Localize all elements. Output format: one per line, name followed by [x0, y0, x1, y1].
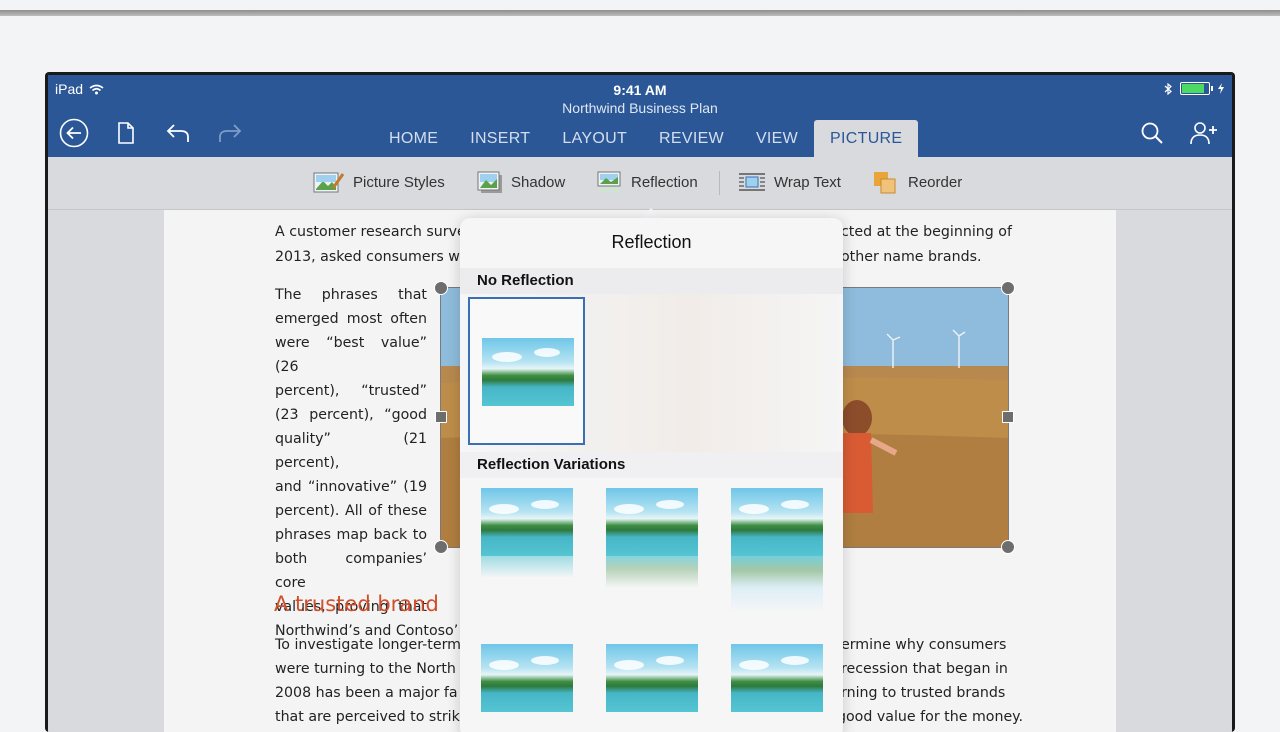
- tab-picture[interactable]: PICTURE: [814, 120, 919, 157]
- reflection-variation-5[interactable]: [606, 644, 698, 712]
- paragraph-2-line: percent), “trusted”: [275, 383, 427, 399]
- share-button[interactable]: [1189, 118, 1219, 148]
- tab-review[interactable]: REVIEW: [643, 120, 740, 157]
- bluetooth-icon: [1164, 82, 1172, 95]
- tab-home[interactable]: HOME: [373, 120, 454, 157]
- back-button[interactable]: [59, 118, 89, 148]
- tab-insert[interactable]: INSERT: [454, 120, 546, 157]
- reorder-label: Reorder: [908, 173, 963, 191]
- paragraph-1-line-2a: 2013, asked consumers wl: [275, 249, 464, 265]
- battery-fill: [1182, 84, 1204, 93]
- paragraph-2-line: (23 percent), “good: [275, 407, 427, 423]
- reflection-variation-6[interactable]: [731, 644, 823, 712]
- paragraph-2: The phrases that emerged most often were…: [275, 283, 458, 643]
- wrap-text-icon: [739, 173, 765, 191]
- title-bar: iPad 9:41 AM Northwind Business Plan HOM…: [48, 75, 1232, 157]
- tab-view[interactable]: VIEW: [740, 120, 814, 157]
- shadow-button[interactable]: Shadow: [477, 170, 565, 194]
- back-arrow-icon: [59, 118, 89, 148]
- ribbon-tabs: HOME INSERT LAYOUT REVIEW VIEW PICTURE: [373, 120, 919, 157]
- tab-layout[interactable]: LAYOUT: [546, 120, 643, 157]
- reflection-variation-2[interactable]: [606, 488, 698, 588]
- wrap-text-button[interactable]: Wrap Text: [738, 170, 841, 194]
- add-person-icon: [1190, 122, 1217, 145]
- top-frame-line: [0, 10, 1280, 16]
- picture-styles-icon: [313, 172, 345, 193]
- reflection-label: Reflection: [631, 173, 698, 191]
- battery-icon: [1180, 82, 1213, 95]
- paragraph-2-line: percent). All of these: [275, 503, 427, 519]
- paragraph-2-line: and “innovative” (19: [275, 479, 427, 495]
- ribbon-divider: [719, 171, 720, 195]
- paragraph-1-line-1a: A customer research surve: [275, 224, 466, 240]
- reorder-icon: [874, 172, 896, 194]
- document-title: Northwind Business Plan: [562, 100, 718, 116]
- paragraph-1-line-1b: cted at the beginning of: [841, 224, 1012, 240]
- paragraph-3-line-2b: recession that began in: [841, 661, 1008, 677]
- popover-title: Reflection: [611, 232, 692, 252]
- redo-icon: [219, 124, 242, 142]
- resize-handle[interactable]: [1001, 281, 1015, 295]
- resize-handle[interactable]: [1001, 540, 1015, 554]
- redo-button[interactable]: [215, 118, 245, 148]
- status-right: [1164, 82, 1224, 95]
- document-icon: [118, 122, 134, 144]
- resize-handle[interactable]: [434, 281, 448, 295]
- thumbnail-image: [482, 338, 574, 406]
- undo-icon: [166, 124, 189, 142]
- wrap-text-label: Wrap Text: [774, 173, 841, 191]
- paragraph-3-line-3a: 2008 has been a major fa: [275, 685, 458, 701]
- shadow-label: Shadow: [511, 173, 566, 191]
- resize-handle[interactable]: [435, 411, 447, 423]
- status-time: 9:41 AM: [613, 82, 667, 98]
- shadow-icon: [477, 171, 502, 193]
- reflection-button[interactable]: Reflection: [597, 170, 698, 194]
- charging-icon: [1218, 83, 1224, 94]
- no-reflection-option[interactable]: [468, 297, 585, 445]
- search-button[interactable]: [1137, 118, 1167, 148]
- paragraph-3-line-1b: ermine why consumers: [841, 637, 1007, 653]
- paragraph-2-line: were “best value” (26: [275, 335, 427, 375]
- picture-styles-button[interactable]: Picture Styles: [313, 170, 445, 194]
- paragraph-1-line-2b: other name brands.: [841, 249, 982, 265]
- reflection-variation-3[interactable]: [731, 488, 823, 613]
- paragraph-2-line: emerged most often: [275, 311, 427, 327]
- reflection-variation-1[interactable]: [481, 488, 573, 578]
- picture-styles-label: Picture Styles: [353, 173, 445, 191]
- paragraph-2-line: The phrases that: [275, 287, 427, 303]
- reflection-popover: Reflection No Reflection Reflection Vari…: [460, 218, 843, 732]
- reflection-variation-4[interactable]: [481, 644, 573, 712]
- no-reflection-header: No Reflection: [460, 268, 843, 294]
- undo-button[interactable]: [163, 118, 193, 148]
- paragraph-3-line-3b: rning to trusted brands: [841, 685, 1006, 701]
- reflection-variations-header: Reflection Variations: [460, 452, 843, 478]
- reflection-icon: [597, 171, 621, 193]
- picture-ribbon: Picture Styles Shadow Reflection Wrap Te…: [48, 157, 1232, 210]
- paragraph-2-line: phrases map back to: [275, 527, 427, 543]
- paragraph-3-line-2a: were turning to the North: [275, 661, 456, 677]
- resize-handle[interactable]: [434, 540, 448, 554]
- paragraph-2-line: both companies’ core: [275, 551, 427, 591]
- paragraph-2-line: quality” (21 percent),: [275, 431, 427, 471]
- file-button[interactable]: [111, 118, 141, 148]
- ipad-frame: iPad 9:41 AM Northwind Business Plan HOM…: [45, 72, 1235, 732]
- paragraph-3-line-1a: To investigate longer-term: [275, 637, 461, 653]
- reorder-button[interactable]: Reorder: [872, 170, 962, 194]
- section-heading: A trusted brand: [274, 592, 439, 616]
- search-icon: [1141, 122, 1163, 144]
- app-screen: iPad 9:41 AM Northwind Business Plan HOM…: [48, 75, 1232, 732]
- resize-handle[interactable]: [1002, 411, 1014, 423]
